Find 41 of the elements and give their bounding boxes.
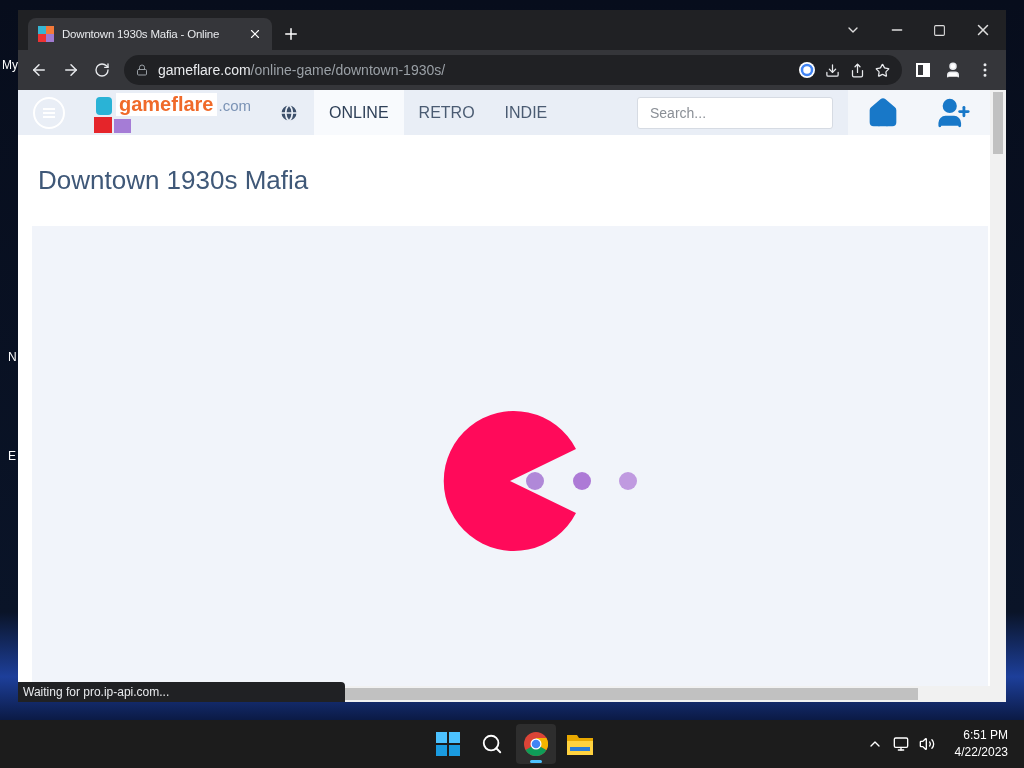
maximize-icon[interactable] (933, 23, 946, 37)
nav-link[interactable]: INDIE (489, 90, 563, 135)
search-icon (481, 733, 503, 755)
browser-tab[interactable]: Downtown 1930s Mafia - Online (28, 18, 272, 50)
desktop-icon-label: E (8, 449, 16, 463)
forward-icon[interactable] (62, 61, 80, 79)
taskbar-app[interactable] (516, 724, 556, 764)
nav-link[interactable]: ONLINE (314, 90, 404, 135)
chrome-icon (524, 732, 548, 756)
desktop-icon-label: My (2, 58, 18, 72)
desktop-icon-label: N (8, 350, 17, 364)
new-tab-icon[interactable] (282, 25, 300, 43)
url-path: /online-game/downtown-1930s/ (250, 62, 446, 78)
back-icon[interactable] (30, 61, 48, 79)
nav-link[interactable]: RETRO (403, 90, 490, 135)
address-bar[interactable]: gameflare.com/online-game/downtown-1930s/ (124, 55, 902, 85)
tab-title: Downtown 1930s Mafia - Online (62, 28, 221, 40)
vertical-scrollbar[interactable] (990, 90, 1006, 686)
install-icon[interactable] (825, 62, 840, 78)
globe-icon[interactable] (279, 102, 299, 123)
status-bubble: Waiting for pro.ip-api.com... (18, 682, 345, 702)
side-panel-icon[interactable] (916, 63, 930, 77)
windows-icon (436, 732, 460, 756)
lock-icon (136, 64, 148, 76)
home-icon[interactable] (867, 96, 899, 129)
close-tab-icon[interactable] (248, 27, 262, 41)
folder-icon (567, 733, 593, 755)
logo-text: gameflare (116, 93, 217, 116)
site-favicon (38, 26, 54, 42)
url-host: gameflare.com (158, 62, 251, 78)
volume-icon[interactable] (918, 736, 935, 752)
horizontal-scrollbar[interactable] (345, 686, 1006, 702)
profile-icon[interactable] (944, 61, 962, 79)
clock-date: 4/22/2023 (954, 744, 1008, 761)
share-icon[interactable] (850, 62, 865, 78)
reload-icon[interactable] (94, 62, 110, 78)
page-title: Downtown 1930s Mafia (37, 164, 310, 197)
bookmark-icon[interactable] (875, 62, 890, 78)
clock-time: 6:51 PM (963, 727, 1008, 744)
logo-domain: .com (218, 97, 251, 114)
search-field[interactable]: Search... (637, 96, 833, 129)
